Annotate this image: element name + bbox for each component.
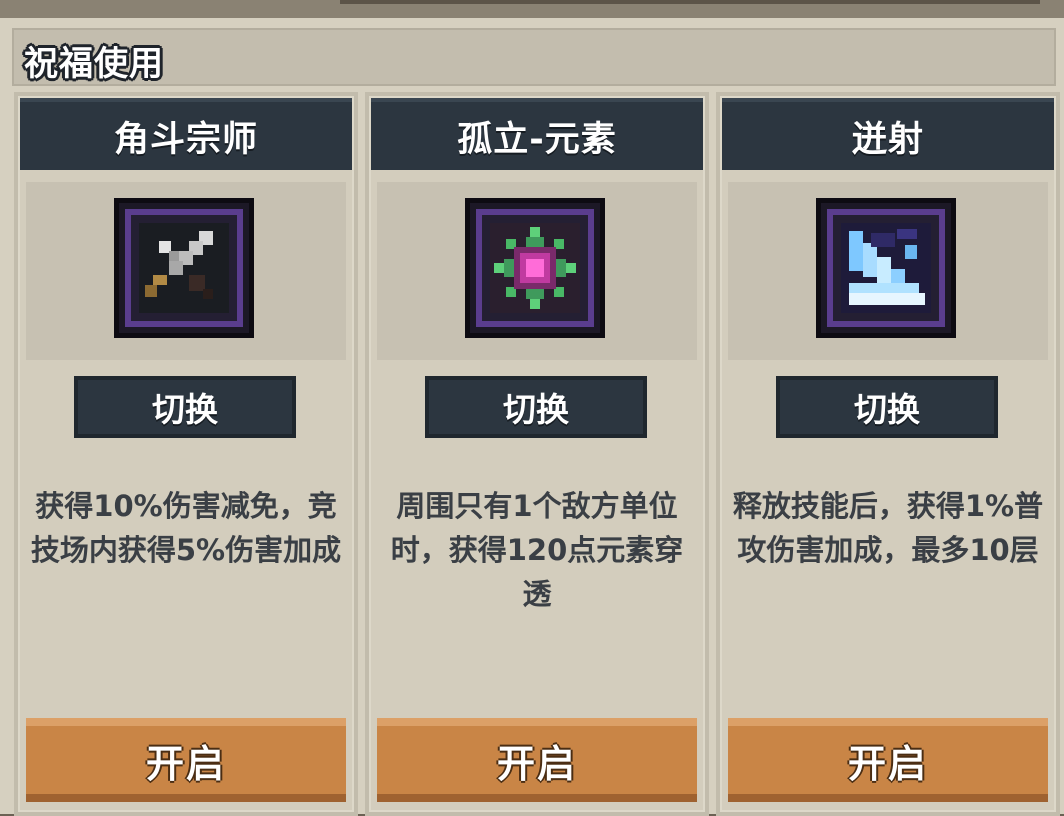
switch-button[interactable]: 切换 [776, 376, 998, 438]
open-button[interactable]: 开启 [26, 718, 346, 802]
blessing-card: 孤立-元素 切换 周围只有1个敌方单位时，获得120点元素穿透 开启 [365, 92, 709, 816]
icon-area [377, 182, 697, 360]
blessing-card: 迸射 切换 释放技能后，获得1%普攻伤害加成，最多10层 开启 [716, 92, 1060, 816]
card-title: 角斗宗师 [20, 98, 352, 170]
card-description: 释放技能后，获得1%普攻伤害加成，最多10层 [732, 489, 1044, 567]
icon-frame [465, 198, 605, 338]
card-title: 孤立-元素 [371, 98, 703, 170]
switch-button[interactable]: 切换 [425, 376, 647, 438]
ice-burst-icon [827, 209, 945, 327]
blessing-panel: 祝福使用 角斗宗师 切换 获得10%伤害减免，竞技场内获得5%伤害加成 开启 孤… [0, 18, 1064, 816]
blessing-card: 角斗宗师 切换 获得10%伤害减免，竞技场内获得5%伤害加成 开启 [14, 92, 358, 816]
section-title: 祝福使用 [24, 44, 164, 84]
card-description: 周围只有1个敌方单位时，获得120点元素穿透 [390, 489, 684, 611]
card-description: 获得10%伤害减免，竞技场内获得5%伤害加成 [30, 489, 342, 567]
icon-area [728, 182, 1048, 360]
sword-icon [125, 209, 243, 327]
open-button[interactable]: 开启 [377, 718, 697, 802]
icon-area [26, 182, 346, 360]
card-title: 迸射 [722, 98, 1054, 170]
section-header: 祝福使用 [12, 28, 1056, 86]
open-button[interactable]: 开启 [728, 718, 1048, 802]
top-bar [0, 0, 1064, 18]
switch-button[interactable]: 切换 [74, 376, 296, 438]
element-orb-icon [476, 209, 594, 327]
top-strip [340, 0, 1040, 4]
icon-frame [816, 198, 956, 338]
icon-frame [114, 198, 254, 338]
